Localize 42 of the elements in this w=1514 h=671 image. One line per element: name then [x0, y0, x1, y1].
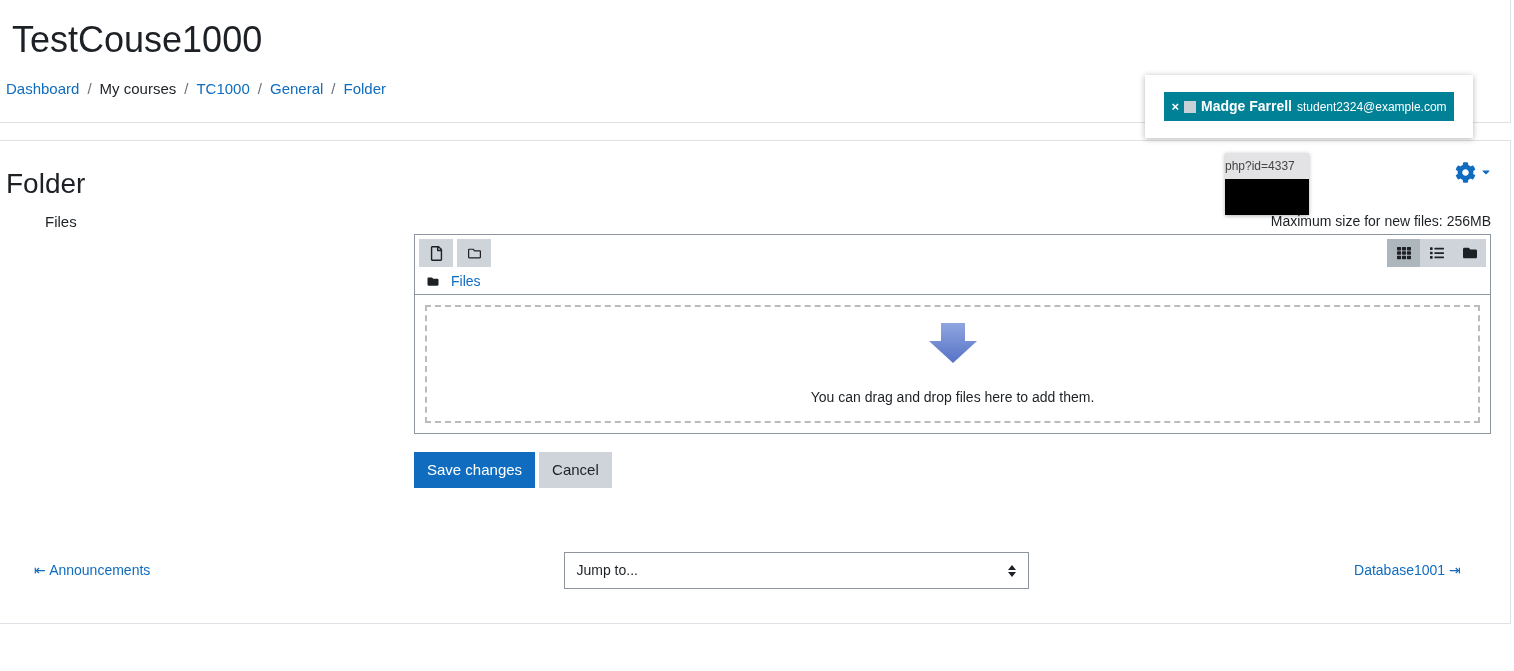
- avatar-icon: [1183, 100, 1196, 113]
- jump-to-select[interactable]: Jump to...: [563, 552, 1029, 589]
- create-folder-button[interactable]: [457, 239, 491, 267]
- user-name: Madge Farrell: [1200, 97, 1292, 116]
- sort-arrows-icon: [1007, 564, 1016, 577]
- add-file-button[interactable]: [419, 239, 453, 267]
- list-icon: [1429, 246, 1444, 260]
- settings-menu-button[interactable]: [1455, 161, 1492, 183]
- cancel-button[interactable]: Cancel: [539, 452, 612, 488]
- remove-icon[interactable]: ×: [1171, 96, 1179, 117]
- breadcrumb-item: My courses: [99, 79, 177, 99]
- breadcrumb-separator: /: [183, 79, 190, 99]
- tree-view-button[interactable]: [1453, 239, 1486, 267]
- field-label: Files: [45, 213, 77, 230]
- folder-icon: [427, 276, 439, 287]
- breadcrumb-link[interactable]: Folder: [343, 78, 387, 101]
- folder-icon: [1462, 246, 1477, 260]
- list-view-button[interactable]: [1420, 239, 1453, 267]
- save-button[interactable]: Save changes: [414, 452, 536, 488]
- down-arrow-icon: [928, 323, 977, 363]
- settings-icon: [1455, 161, 1476, 183]
- path-link[interactable]: Files: [451, 271, 481, 292]
- next-activity-link[interactable]: Database1001 ⇥: [1276, 560, 1476, 581]
- breadcrumb-link[interactable]: Dashboard: [6, 78, 80, 101]
- grid-view-button[interactable]: [1387, 239, 1420, 267]
- grid-icon: [1396, 246, 1411, 260]
- drop-hint: You can drag and drop files here to add them.: [810, 388, 1095, 407]
- selected-user-chip[interactable]: × Madge Farrell student2324@example.com: [1164, 92, 1454, 121]
- max-size-text: Maximum size for new files: 256MB: [1270, 212, 1491, 231]
- page-title: Folder: [6, 167, 86, 201]
- breadcrumb-separator: /: [86, 79, 93, 99]
- tooltip-text: php?id=4337: [1225, 158, 1295, 175]
- previous-activity-link[interactable]: ⇤ Announcements: [34, 560, 234, 581]
- drop-zone[interactable]: You can drag and drop files here to add them.: [425, 305, 1480, 423]
- file-icon: [429, 245, 443, 261]
- breadcrumb-link[interactable]: General: [269, 78, 324, 101]
- course-title: TestCouse1000: [11, 18, 263, 62]
- breadcrumb-separator: /: [256, 79, 263, 99]
- folder-icon: [466, 246, 482, 260]
- user-email: student2324@example.com: [1297, 98, 1447, 116]
- breadcrumb-link[interactable]: TC1000: [196, 78, 250, 101]
- breadcrumb-separator: /: [330, 79, 337, 99]
